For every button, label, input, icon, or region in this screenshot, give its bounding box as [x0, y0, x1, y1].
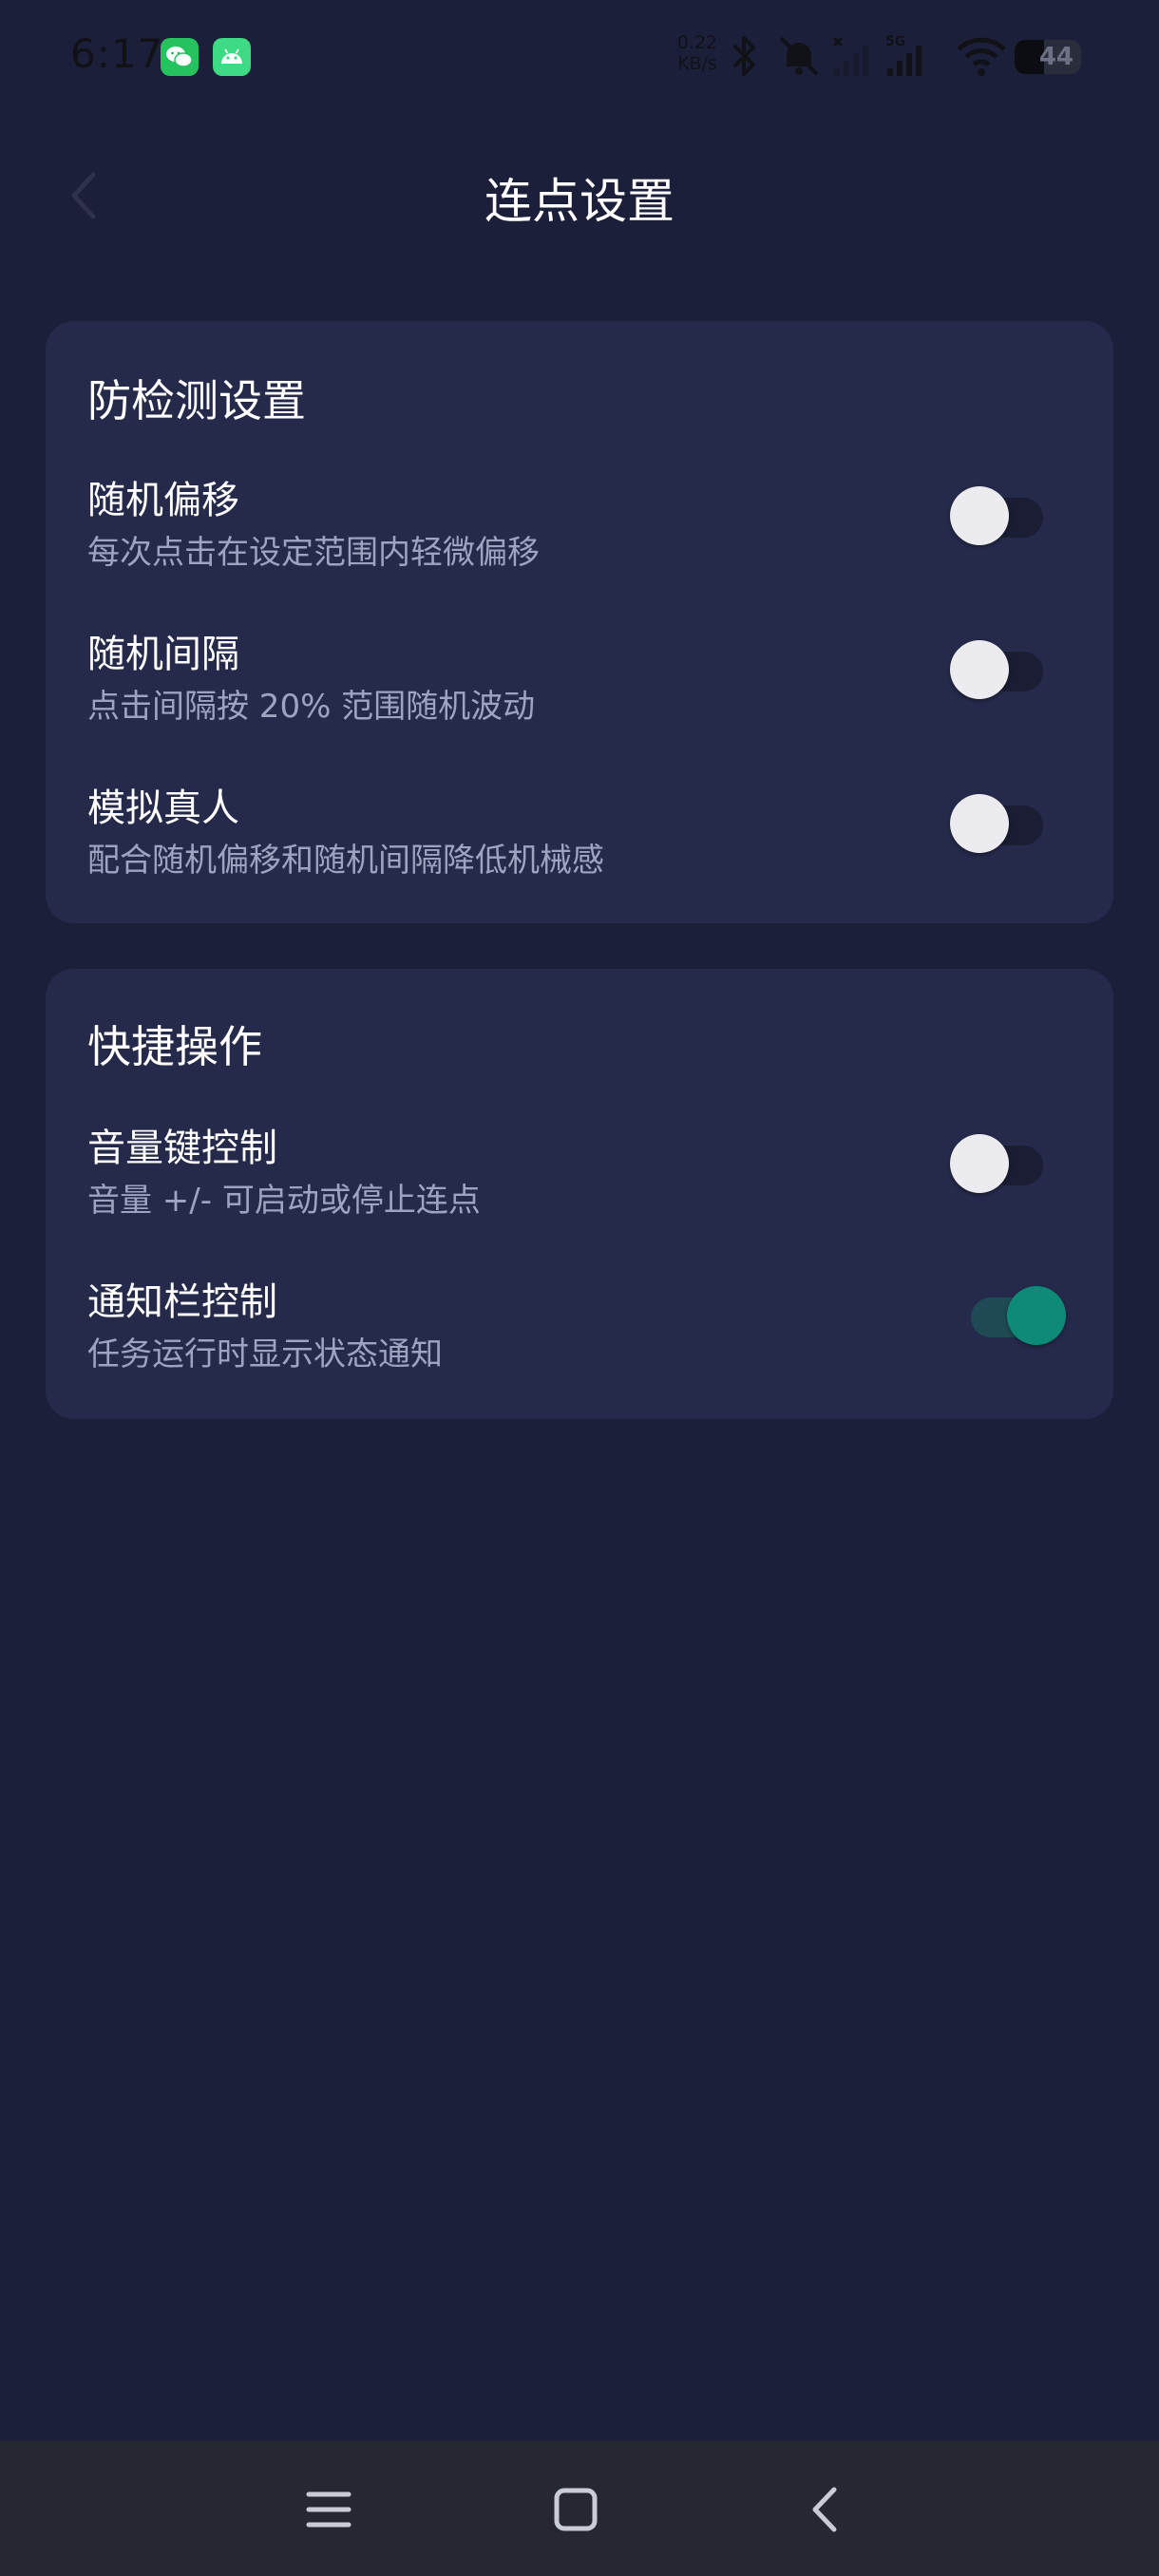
- battery-level-text: 44: [1038, 43, 1074, 71]
- bluetooth-icon: [727, 32, 763, 84]
- toggle-thumb: [950, 1134, 1009, 1193]
- setting-description: 配合随机偏移和随机间隔降低机械感: [87, 842, 604, 880]
- signal-sim2-icon: 5G: [884, 32, 927, 84]
- wifi-icon: [956, 32, 1007, 84]
- setting-title: 随机偏移: [87, 479, 239, 522]
- wechat-icon: [161, 38, 199, 76]
- net-speed-value: 0.22: [676, 32, 718, 53]
- simulate-human-toggle[interactable]: [950, 792, 1087, 859]
- page-title: 连点设置: [484, 174, 674, 229]
- toggle-thumb: [1007, 1286, 1066, 1345]
- setting-simulate-human: 模拟真人 配合随机偏移和随机间隔降低机械感: [46, 777, 1113, 910]
- nav-back-button[interactable]: [785, 2470, 864, 2549]
- random-interval-toggle[interactable]: [950, 638, 1087, 705]
- net-speed-unit: KB/s: [677, 53, 717, 74]
- section-title: 快捷操作: [87, 1021, 262, 1072]
- setting-volume-key-control: 音量键控制 音量 +/- 可启动或停止连点: [46, 1117, 1113, 1250]
- setting-title: 音量键控制: [87, 1127, 277, 1170]
- setting-title: 通知栏控制: [87, 1280, 277, 1324]
- toggle-thumb: [950, 794, 1009, 853]
- nav-home-button[interactable]: [536, 2470, 616, 2549]
- toggle-thumb: [950, 640, 1009, 699]
- menu-icon: [306, 2491, 352, 2528]
- android-icon: [213, 38, 251, 76]
- section-title: 防检测设置: [87, 375, 306, 426]
- quick-actions-card: 快捷操作 音量键控制 音量 +/- 可启动或停止连点 通知栏控制 任务运行时显示…: [46, 969, 1113, 1419]
- setting-description: 点击间隔按 20% 范围随机波动: [87, 688, 536, 726]
- signal-sim1-icon: [830, 32, 874, 84]
- notification-control-toggle[interactable]: [950, 1284, 1087, 1351]
- setting-random-interval: 随机间隔 点击间隔按 20% 范围随机波动: [46, 623, 1113, 756]
- setting-title: 随机间隔: [87, 633, 239, 676]
- network-type-label: 5G: [885, 34, 905, 49]
- net-speed: 0.22 KB/s: [674, 32, 721, 74]
- setting-notification-control: 通知栏控制 任务运行时显示状态通知: [46, 1271, 1113, 1404]
- volume-key-control-toggle[interactable]: [950, 1132, 1087, 1199]
- system-nav-bar: [0, 2441, 1159, 2576]
- random-offset-toggle[interactable]: [950, 484, 1087, 551]
- home-icon: [554, 2488, 598, 2531]
- setting-description: 音量 +/- 可启动或停止连点: [87, 1182, 481, 1220]
- setting-description: 每次点击在设定范围内轻微偏移: [87, 534, 540, 572]
- toggle-thumb: [950, 486, 1009, 545]
- status-bar: 6:17 0.22 KB/s 5G 44: [0, 0, 1159, 114]
- battery-indicator: 44: [1015, 40, 1081, 74]
- setting-title: 模拟真人: [87, 786, 239, 830]
- status-time: 6:17: [70, 30, 164, 77]
- mute-icon: [775, 32, 823, 84]
- setting-description: 任务运行时显示状态通知: [87, 1335, 443, 1373]
- back-icon: [812, 2487, 837, 2532]
- anti-detection-card: 防检测设置 随机偏移 每次点击在设定范围内轻微偏移 随机间隔 点击间隔按 20%…: [46, 321, 1113, 923]
- nav-menu-button[interactable]: [289, 2470, 369, 2549]
- setting-random-offset: 随机偏移 每次点击在设定范围内轻微偏移: [46, 469, 1113, 602]
